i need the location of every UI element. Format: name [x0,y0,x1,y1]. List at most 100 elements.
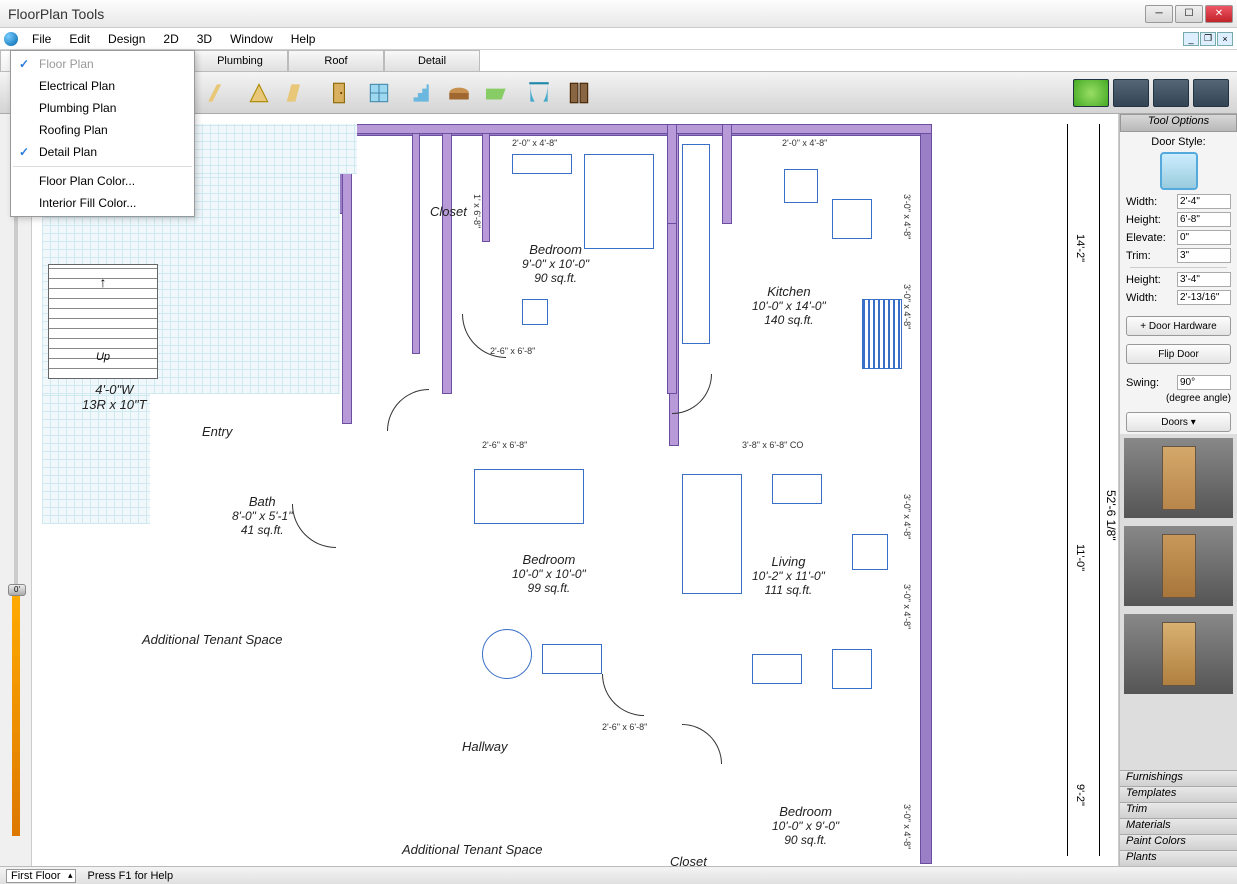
tab-plumbing[interactable]: Plumbing [192,50,288,71]
library-door-1[interactable] [1124,438,1233,518]
eco-icon[interactable] [1073,79,1109,107]
window-icon[interactable] [364,78,394,108]
library-door-2[interactable] [1124,526,1233,606]
slider-thumb[interactable]: 0' [8,584,26,596]
wall-interior[interactable] [667,124,677,224]
dim-line-outer [1099,124,1100,856]
mdi-restore-button[interactable]: ❐ [1200,32,1216,46]
floor-selector[interactable]: First Floor [6,869,76,883]
door-swing[interactable] [387,389,429,431]
elevate-label: Elevate: [1126,232,1166,244]
stairs[interactable]: ↑ Up [48,264,158,379]
door-style-preview[interactable] [1160,152,1198,190]
door-swing[interactable] [602,674,644,716]
dim-label: 2'-6" x 6'-8" [490,346,535,356]
mdi-close-button[interactable]: × [1217,32,1233,46]
maximize-button[interactable]: ☐ [1175,5,1203,23]
trim-input[interactable] [1177,248,1231,263]
swing-note: (degree angle) [1126,393,1231,404]
flip-door-button[interactable]: Flip Door [1126,344,1231,364]
close-button[interactable]: ✕ [1205,5,1233,23]
furniture-table[interactable] [832,199,872,239]
furniture-fridge[interactable] [862,299,902,369]
double-door-icon[interactable] [564,78,594,108]
category-paint-colors[interactable]: Paint Colors [1120,834,1237,850]
category-materials[interactable]: Materials [1120,818,1237,834]
category-trim[interactable]: Trim [1120,802,1237,818]
height-input[interactable] [1177,212,1231,227]
furniture-bed[interactable] [474,469,584,524]
menu-design[interactable]: Design [100,30,153,48]
dd-plumbing-plan[interactable]: Plumbing Plan [11,97,194,119]
dd-interior-fill-color[interactable]: Interior Fill Color... [11,192,194,214]
furniture-bed[interactable] [584,154,654,249]
dim-line [1067,124,1068,856]
view-blueprint-1-button[interactable] [1113,79,1149,107]
tab-detail[interactable]: Detail [384,50,480,71]
dim-label: 3'-8" x 6'-8" CO [742,440,803,450]
stairs-icon[interactable] [404,78,434,108]
wall-left-icon[interactable] [204,78,234,108]
door-swing[interactable] [292,504,336,548]
width2-input[interactable] [1177,290,1231,305]
dd-roofing-plan[interactable]: Roofing Plan [11,119,194,141]
menu-3d[interactable]: 3D [189,30,220,48]
wall-interior[interactable] [442,124,452,394]
dim-seg-3: 9'-2" [1074,784,1086,806]
furniture-round-table[interactable] [482,629,532,679]
furniture-ottoman[interactable] [752,654,802,684]
furniture-chair[interactable] [832,649,872,689]
minimize-button[interactable]: ─ [1145,5,1173,23]
height2-input[interactable] [1177,272,1231,287]
floor-grid-icon[interactable] [484,78,514,108]
tab-roof[interactable]: Roof [288,50,384,71]
category-furnishings[interactable]: Furnishings [1120,770,1237,786]
door-swing[interactable] [682,724,722,764]
view-blueprint-2-button[interactable] [1153,79,1189,107]
category-plants[interactable]: Plants [1120,850,1237,866]
wall-inner-icon[interactable] [284,78,314,108]
width-input[interactable] [1177,194,1231,209]
menu-edit[interactable]: Edit [61,30,98,48]
dd-electrical-plan[interactable]: Electrical Plan [11,75,194,97]
deck-icon[interactable] [444,78,474,108]
closet-label: Closet [430,204,467,219]
furniture-dresser[interactable] [512,154,572,174]
mdi-minimize-button[interactable]: _ [1183,32,1199,46]
view-photo-button[interactable] [1193,79,1229,107]
furniture-dresser[interactable] [542,644,602,674]
doors-dropdown-button[interactable]: Doors ▾ [1126,412,1231,432]
elevate-input[interactable] [1177,230,1231,245]
wall-interior[interactable] [482,124,490,242]
wall-interior[interactable] [342,124,932,134]
menu-file[interactable]: File [24,30,59,48]
wall-interior[interactable] [722,124,732,224]
floorplan-canvas[interactable]: ↑ Up 4'-0"W 13R x 10"T Closet Bedroom 9'… [32,114,1119,866]
furniture-chair[interactable] [784,169,818,203]
curtain-icon[interactable] [524,78,554,108]
dd-floor-plan-color[interactable]: Floor Plan Color... [11,170,194,192]
swing-input[interactable] [1177,375,1231,390]
menu-help[interactable]: Help [283,30,324,48]
wall-outer-icon[interactable] [244,78,274,108]
dd-detail-plan[interactable]: ✓Detail Plan [11,141,194,163]
furniture-sofa[interactable] [682,474,742,594]
menu-2d[interactable]: 2D [155,30,186,48]
door-swing[interactable] [672,374,712,414]
wall-interior[interactable] [412,124,420,354]
height2-label: Height: [1126,274,1161,286]
library-door-3[interactable] [1124,614,1233,694]
furniture-nightstand[interactable] [522,299,548,325]
door-icon[interactable] [324,78,354,108]
wall-exterior[interactable] [920,124,932,864]
dd-floor-plan[interactable]: ✓Floor Plan [11,53,194,75]
furniture-chair[interactable] [852,534,888,570]
status-help-text: Press F1 for Help [88,870,174,882]
bedroom2-label: Bedroom 10'-0" x 10'-0" 99 sq.ft. [512,552,586,595]
menu-window[interactable]: Window [222,30,281,48]
dim-label: 3'-0" x 4'-8" [902,194,912,239]
door-hardware-button[interactable]: + Door Hardware [1126,316,1231,336]
category-templates[interactable]: Templates [1120,786,1237,802]
furniture-counter[interactable] [682,144,710,344]
furniture-tv[interactable] [772,474,822,504]
